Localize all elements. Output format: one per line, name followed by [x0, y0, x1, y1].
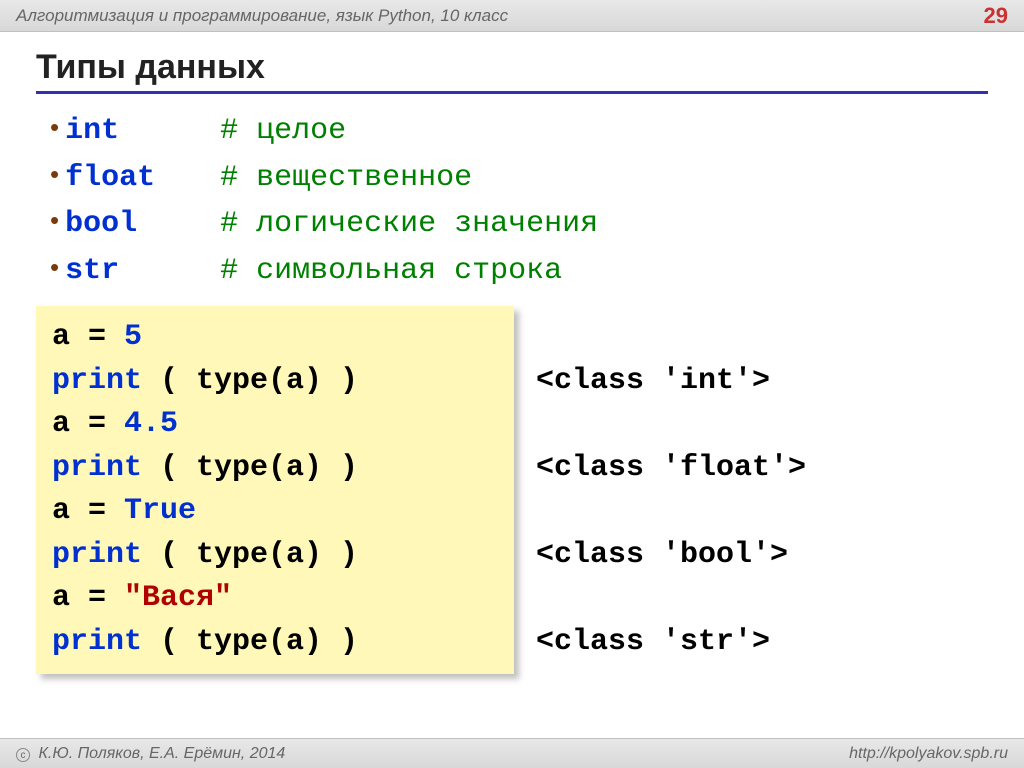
type-name: bool	[65, 201, 220, 248]
type-comment: # целое	[220, 108, 346, 155]
code-line: print ( type(a) )	[52, 621, 494, 665]
type-comment: # символьная строка	[220, 248, 562, 295]
code-area: a = 5 print ( type(a) ) a = 4.5 print ( …	[36, 306, 988, 674]
bullet-icon: •	[50, 114, 59, 140]
type-name: int	[65, 108, 220, 155]
footer-copyright: c К.Ю. Поляков, Е.А. Ерёмин, 2014	[16, 745, 285, 763]
code-line: print ( type(a) )	[52, 447, 494, 491]
output-blank	[536, 403, 806, 447]
output-line: <class 'str'>	[536, 621, 806, 665]
code-box: a = 5 print ( type(a) ) a = 4.5 print ( …	[36, 306, 514, 674]
type-list: • int # целое • float # вещественное • b…	[50, 108, 988, 294]
output-column: <class 'int'> <class 'float'> <class 'bo…	[514, 306, 806, 674]
footer-url: http://kpolyakov.spb.ru	[849, 745, 1008, 763]
output-blank	[536, 577, 806, 621]
code-line: a = 4.5	[52, 403, 494, 447]
code-line: print ( type(a) )	[52, 360, 494, 404]
page-number: 29	[984, 3, 1008, 29]
type-name: str	[65, 248, 220, 295]
type-row-bool: • bool # логические значения	[50, 201, 988, 248]
slide-content: Типы данных • int # целое • float # веще…	[0, 32, 1024, 674]
slide-footer: c К.Ю. Поляков, Е.А. Ерёмин, 2014 http:/…	[0, 738, 1024, 768]
bullet-icon: •	[50, 207, 59, 233]
output-blank	[536, 316, 806, 360]
output-line: <class 'bool'>	[536, 534, 806, 578]
slide-header: Алгоритмизация и программирование, язык …	[0, 0, 1024, 32]
code-line: a = "Вася"	[52, 577, 494, 621]
output-line: <class 'float'>	[536, 447, 806, 491]
type-row-str: • str # символьная строка	[50, 248, 988, 295]
type-name: float	[65, 155, 220, 202]
bullet-icon: •	[50, 161, 59, 187]
type-comment: # логические значения	[220, 201, 598, 248]
code-line: a = True	[52, 490, 494, 534]
output-line: <class 'int'>	[536, 360, 806, 404]
bullet-icon: •	[50, 254, 59, 280]
copyright-icon: c	[16, 748, 30, 762]
header-title: Алгоритмизация и программирование, язык …	[16, 6, 508, 26]
type-comment: # вещественное	[220, 155, 472, 202]
output-blank	[536, 490, 806, 534]
type-row-float: • float # вещественное	[50, 155, 988, 202]
type-row-int: • int # целое	[50, 108, 988, 155]
code-line: print ( type(a) )	[52, 534, 494, 578]
main-title: Типы данных	[36, 48, 988, 94]
code-line: a = 5	[52, 316, 494, 360]
